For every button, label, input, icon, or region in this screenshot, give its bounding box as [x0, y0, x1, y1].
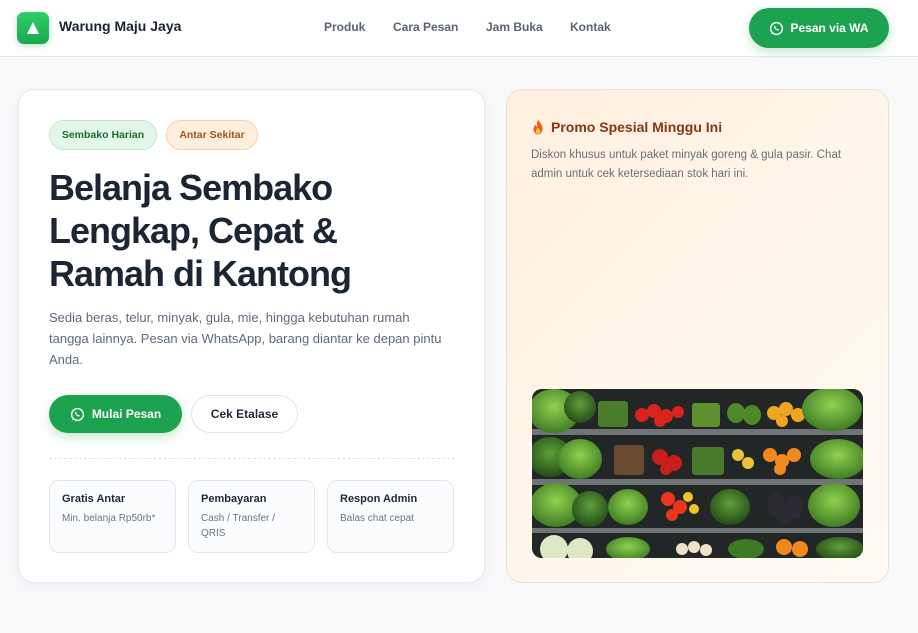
promo-card: Promo Spesial Minggu Ini Diskon khusus u…: [506, 89, 889, 583]
feature-payment: Pembayaran Cash / Transfer / QRIS: [188, 480, 315, 553]
whatsapp-icon: [70, 407, 84, 421]
start-order-label: Mulai Pesan: [91, 407, 162, 421]
nav-link-kontak[interactable]: Kontak: [570, 20, 611, 34]
feature-admin-response: Respon Admin Balas chat cepat: [327, 480, 454, 553]
tag-antar-sekitar: Antar Sekitar: [166, 120, 258, 150]
fire-icon: [533, 119, 543, 135]
hero-description: Sedia beras, telur, minyak, gula, mie, h…: [49, 310, 442, 367]
divider: [49, 458, 455, 459]
feature-title: Gratis Antar: [62, 493, 126, 505]
promo-title: Promo Spesial Minggu Ini: [531, 119, 722, 135]
nav-link-cara-pesan[interactable]: Cara Pesan: [393, 20, 458, 34]
promo-description: Diskon khusus untuk paket minyak goreng …: [531, 149, 842, 180]
promo-title-text: Promo Spesial Minggu Ini: [551, 119, 723, 135]
hero-title: Belanja Sembako Lengkap, Cepat & Ramah d…: [49, 166, 469, 295]
site-header: Warung Maju Jaya Produk Cara Pesan Jam B…: [0, 0, 918, 57]
feature-subtitle: Min. belanja Rp50rb*: [62, 513, 156, 524]
nav-link-produk[interactable]: Produk: [324, 20, 365, 34]
brand-name[interactable]: Warung Maju Jaya: [59, 18, 181, 34]
start-order-button[interactable]: Mulai Pesan: [49, 395, 182, 433]
triangle-logo-icon: [27, 22, 39, 34]
logo[interactable]: [17, 12, 49, 44]
hero-title-line: Belanja Sembako: [49, 167, 333, 208]
feature-subtitle: Cash / Transfer / QRIS: [201, 513, 275, 539]
feature-title: Respon Admin: [340, 493, 418, 505]
order-whatsapp-label: Pesan via WA: [790, 21, 869, 35]
whatsapp-icon: [770, 21, 784, 35]
nav-link-jam-buka[interactable]: Jam Buka: [486, 20, 543, 34]
feature-subtitle: Balas chat cepat: [340, 513, 414, 524]
produce-shelf-illustration: [532, 389, 863, 558]
hero-title-line: Lengkap, Cepat &: [49, 210, 338, 251]
feature-title: Pembayaran: [201, 493, 267, 505]
hero-title-line: Ramah di Kantong: [49, 253, 352, 294]
produce-shelf-image: [532, 389, 863, 558]
feature-free-delivery: Gratis Antar Min. belanja Rp50rb*: [49, 480, 176, 553]
tag-sembako-harian: Sembako Harian: [49, 120, 157, 150]
hero-card: Sembako Harian Antar Sekitar Belanja Sem…: [18, 89, 485, 583]
order-whatsapp-button[interactable]: Pesan via WA: [749, 8, 889, 48]
view-catalog-button[interactable]: Cek Etalase: [191, 395, 298, 433]
